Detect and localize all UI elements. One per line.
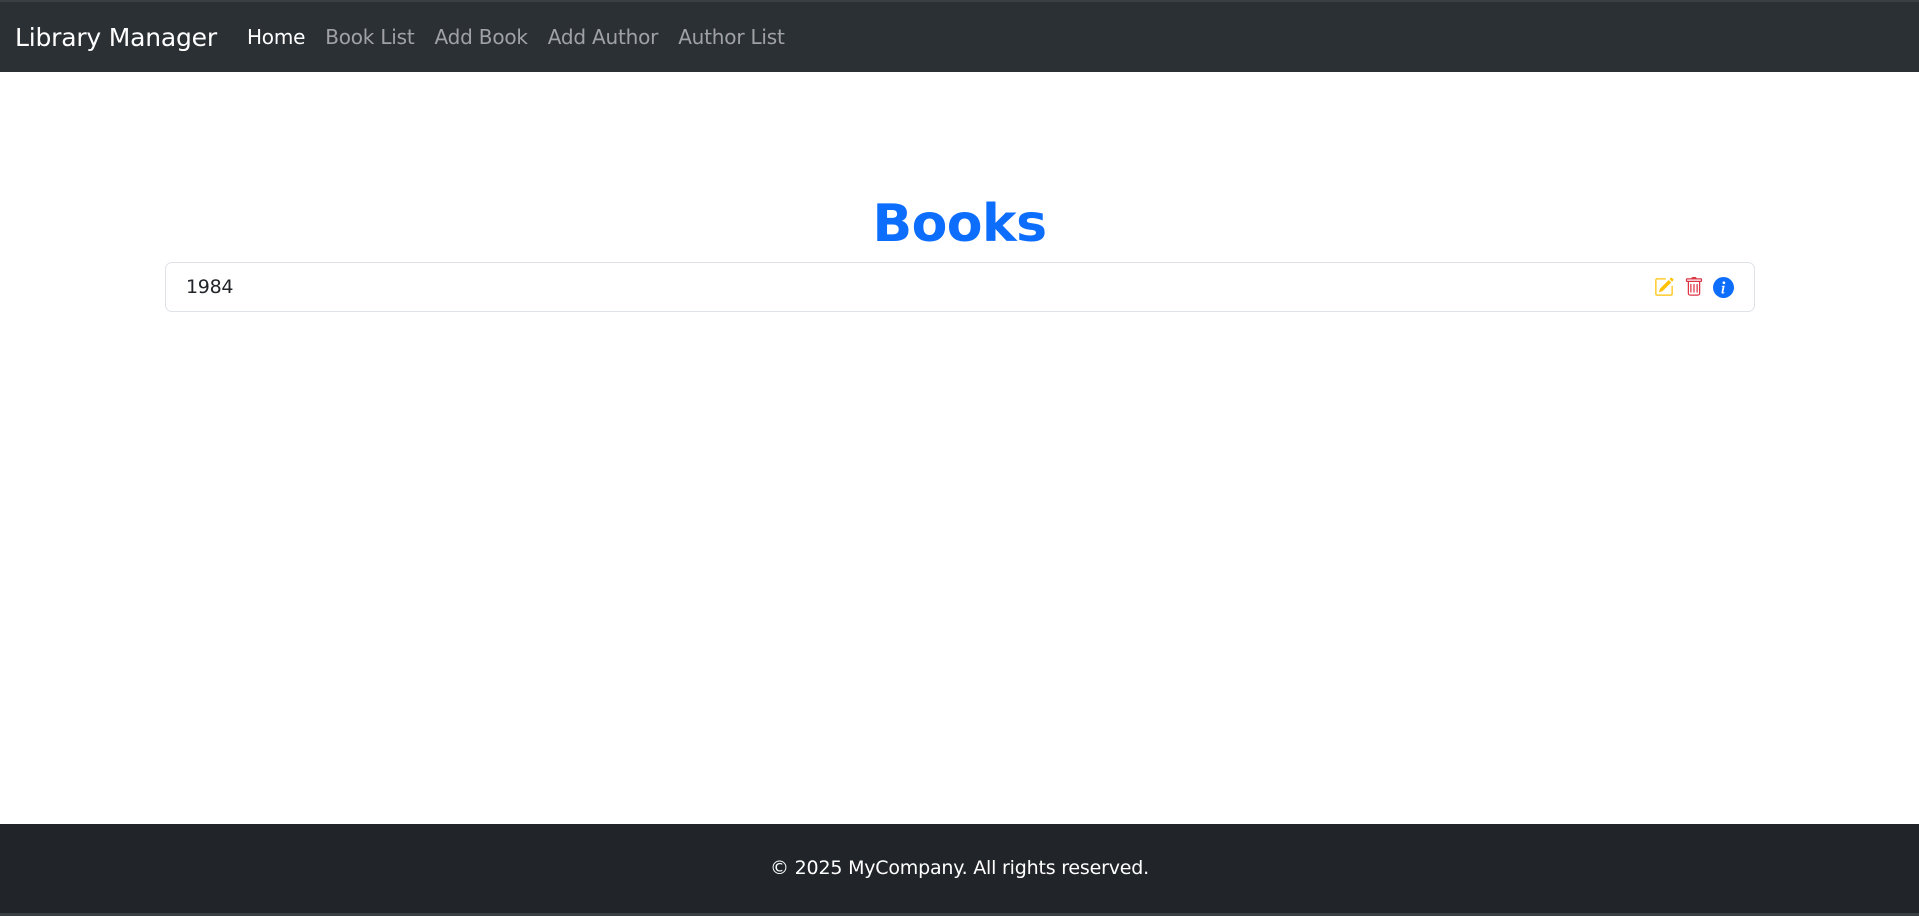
info-button[interactable] bbox=[1713, 276, 1734, 298]
nav-link-author-list[interactable]: Author List bbox=[678, 25, 785, 49]
edit-button[interactable] bbox=[1653, 277, 1674, 298]
page-title: Books bbox=[872, 194, 1047, 254]
book-actions bbox=[1653, 276, 1734, 298]
delete-button[interactable] bbox=[1683, 277, 1704, 298]
list-item: 1984 bbox=[165, 262, 1755, 312]
top-navbar: Library Manager Home Book List Add Book … bbox=[0, 0, 1919, 72]
nav-links: Home Book List Add Book Add Author Autho… bbox=[247, 25, 805, 49]
trash-icon bbox=[1685, 277, 1702, 296]
book-list: 1984 bbox=[165, 262, 1755, 312]
nav-link-add-book[interactable]: Add Book bbox=[435, 25, 528, 49]
book-title: 1984 bbox=[186, 276, 234, 298]
footer-copyright: © 2025 MyCompany. All rights reserved. bbox=[770, 856, 1149, 879]
nav-link-add-author[interactable]: Add Author bbox=[548, 25, 659, 49]
info-icon bbox=[1713, 276, 1734, 298]
nav-link-book-list[interactable]: Book List bbox=[325, 25, 414, 49]
navbar-brand[interactable]: Library Manager bbox=[15, 23, 217, 52]
nav-link-home[interactable]: Home bbox=[247, 25, 305, 49]
page: Library Manager Home Book List Add Book … bbox=[0, 0, 1919, 916]
edit-icon bbox=[1654, 277, 1674, 296]
page-footer: © 2025 MyCompany. All rights reserved. bbox=[0, 824, 1919, 916]
